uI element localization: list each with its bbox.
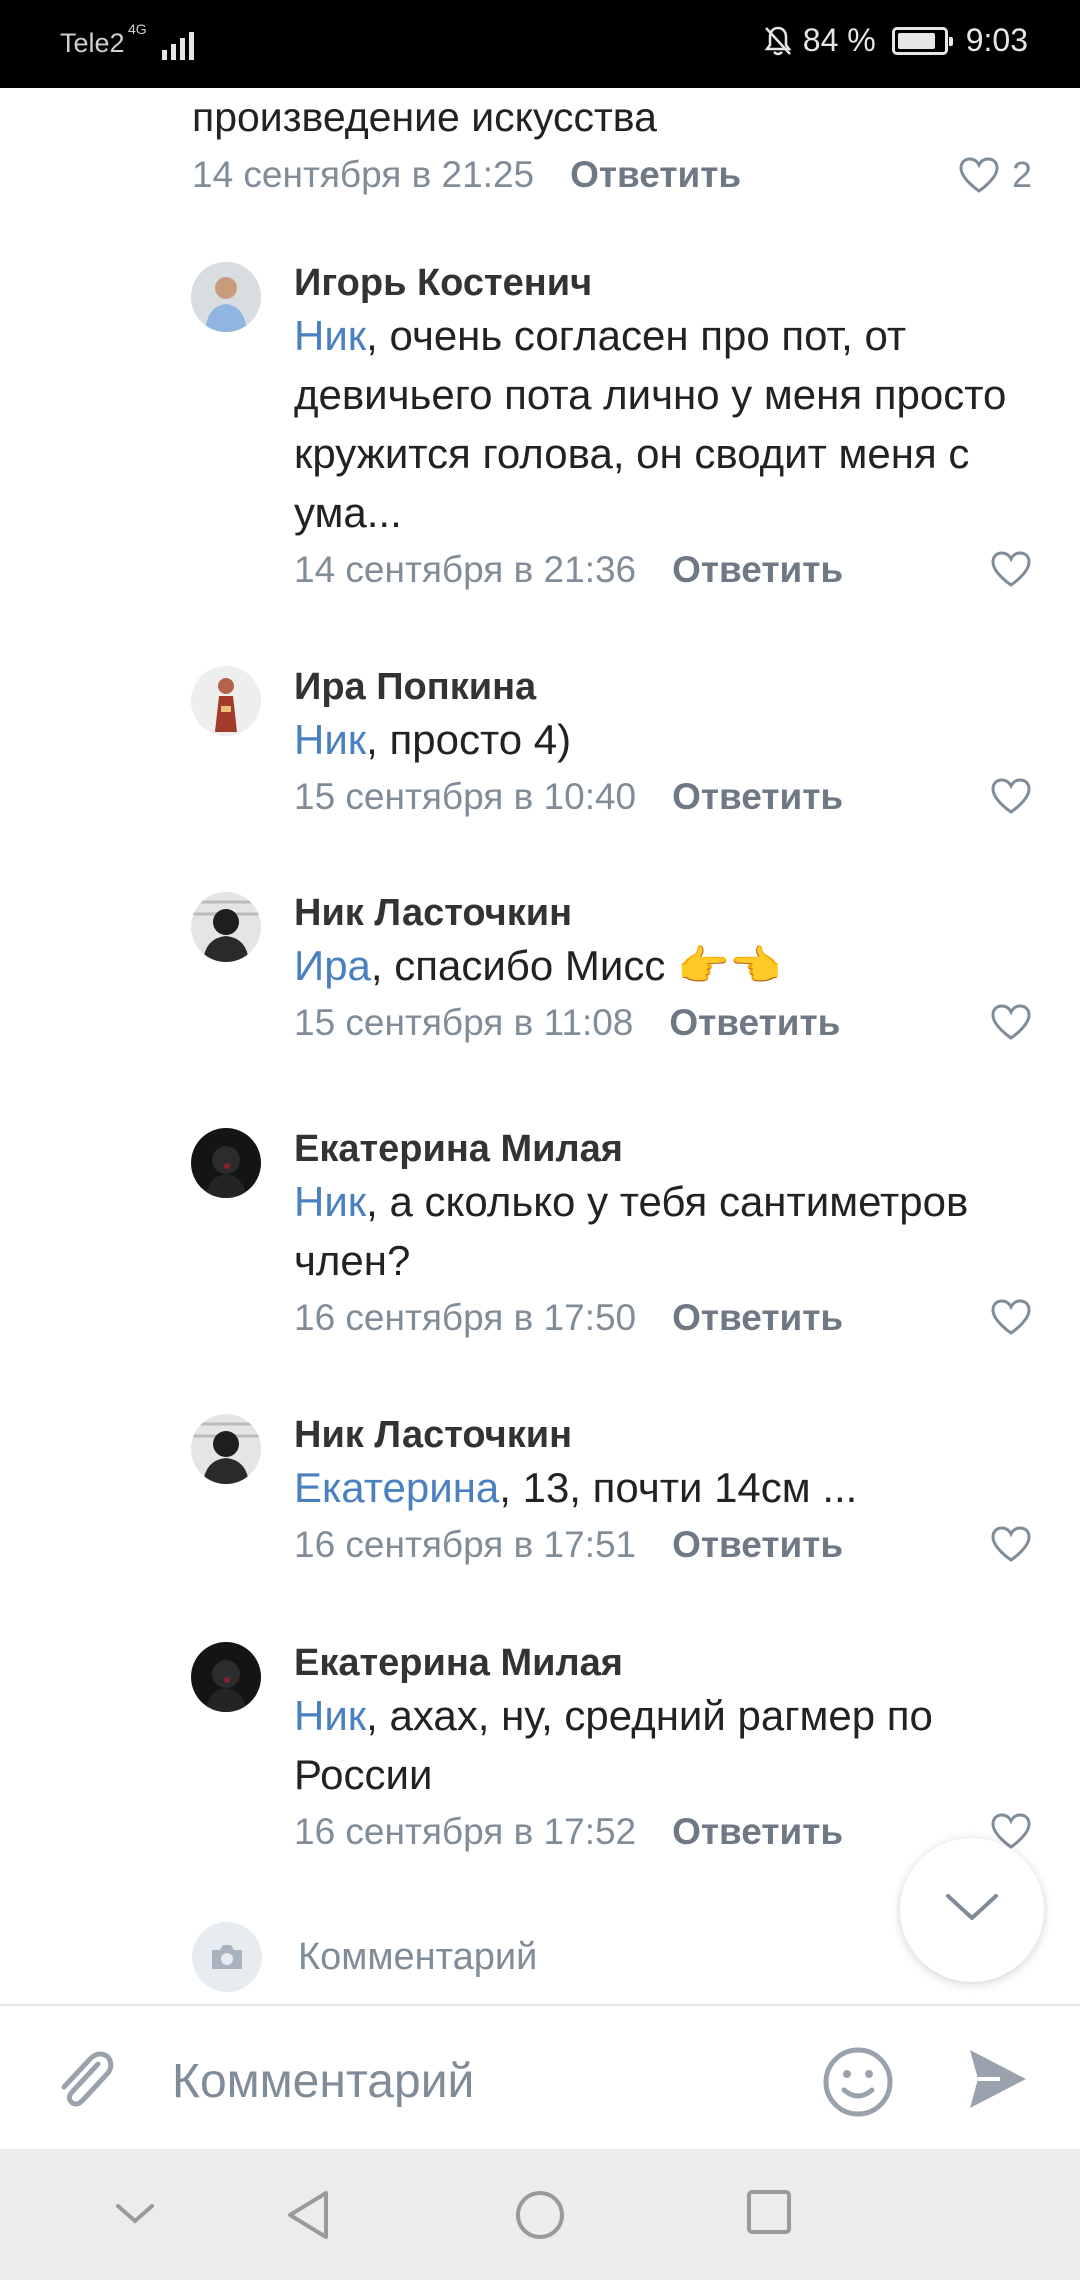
network-type: 4G xyxy=(128,21,147,37)
reply-button[interactable]: Ответить xyxy=(570,154,741,196)
comment-date: 16 сентября в 17:51 xyxy=(294,1524,637,1565)
clock: 9:03 xyxy=(965,22,1028,58)
status-bar: Tele2 4G 84 % 9:03 xyxy=(0,0,1080,88)
comment-meta: 16 сентября в 17:52 Ответить xyxy=(294,1804,1032,1860)
scroll-down-button[interactable] xyxy=(900,1838,1044,1982)
comment-author[interactable]: Ира Попкина xyxy=(294,664,1032,710)
avatar[interactable] xyxy=(191,1414,261,1484)
comment-body: Екатерина, 13, почти 14см ... xyxy=(294,1458,1034,1517)
comments-feed[interactable]: произведение искусства 14 сентября в 21:… xyxy=(0,88,1080,2004)
battery-icon xyxy=(891,26,953,55)
comment-body: Ира, спасибо Мисс 👉👈 xyxy=(294,936,1034,995)
comment-item: Ира Попкина Ник, просто 4) 15 сентября в… xyxy=(191,664,1034,825)
comment-date: 15 сентября в 11:08 xyxy=(294,1002,634,1043)
heart-icon[interactable] xyxy=(990,777,1032,815)
comment-text: , ахах, ну, средний рагмер по России xyxy=(294,1692,933,1798)
comment-text: , очень согласен про пот, от девичьего п… xyxy=(294,312,1007,536)
comment-input[interactable]: Комментарий xyxy=(172,2054,474,2109)
comment-meta: 16 сентября в 17:51 Ответить xyxy=(294,1517,1032,1573)
nav-back-icon[interactable] xyxy=(284,2189,334,2241)
comment-text: , просто 4) xyxy=(366,716,572,763)
comment-text: , спасибо Мисс 👉👈 xyxy=(370,942,782,989)
signal-icon: 4G xyxy=(128,21,194,60)
heart-icon[interactable] xyxy=(990,1003,1032,1041)
comment-meta: 14 сентября в 21:36 Ответить xyxy=(294,542,1032,598)
reply-composer-row[interactable]: Комментарий xyxy=(192,1922,537,1992)
mention-link[interactable]: Ник xyxy=(294,1178,366,1225)
mention-link[interactable]: Ник xyxy=(294,312,366,359)
reply-button[interactable]: Ответить xyxy=(672,1811,843,1853)
comment-text: произведение искусства xyxy=(192,94,657,140)
comment-item: Екатерина Милая Ник, а сколько у тебя са… xyxy=(191,1126,1034,1346)
chevron-down-icon xyxy=(946,1894,998,1920)
comment-placeholder: Комментарий xyxy=(298,1935,538,1978)
heart-icon xyxy=(959,157,999,193)
comment-text: , 13, почти 14см ... xyxy=(499,1464,858,1511)
like-count: 2 xyxy=(1011,154,1032,195)
paperclip-icon[interactable] xyxy=(52,2044,120,2116)
mention-link[interactable]: Ник xyxy=(294,716,366,763)
comment-date: 14 сентября в 21:36 xyxy=(294,549,637,590)
send-icon[interactable] xyxy=(966,2046,1030,2112)
comment-body: Ник, очень согласен про пот, от девичьег… xyxy=(294,306,1034,542)
comment-date: 16 сентября в 17:50 xyxy=(294,1297,637,1338)
comment-author[interactable]: Игорь Костенич xyxy=(294,260,1032,306)
camera-icon xyxy=(192,1922,262,1992)
comment-meta: 14 сентября в 21:25 Ответить 2 xyxy=(192,154,1032,196)
avatar[interactable] xyxy=(191,1128,261,1198)
system-nav-bar xyxy=(0,2149,1080,2280)
nav-home-icon[interactable] xyxy=(514,2189,566,2241)
heart-icon[interactable] xyxy=(990,1525,1032,1563)
like-button[interactable]: 2 xyxy=(958,154,1032,196)
comment-text: , а сколько у тебя сантиметров член? xyxy=(294,1178,969,1284)
avatar[interactable] xyxy=(191,262,261,332)
battery-percent: 84 % xyxy=(802,22,876,58)
mention-link[interactable]: Ира xyxy=(294,942,371,989)
comment-meta: 16 сентября в 17:50 Ответить xyxy=(294,1290,1032,1346)
mention-link[interactable]: Ник xyxy=(294,1692,366,1739)
reply-button[interactable]: Ответить xyxy=(669,1002,840,1044)
reply-button[interactable]: Ответить xyxy=(672,776,843,818)
comment-item: Екатерина Милая Ник, ахах, ну, средний р… xyxy=(191,1640,1034,1860)
heart-icon[interactable] xyxy=(990,550,1032,588)
comment-item: Игорь Костенич Ник, очень согласен про п… xyxy=(191,260,1034,598)
comment-author[interactable]: Ник Ласточкин xyxy=(294,1412,1032,1458)
reply-button[interactable]: Ответить xyxy=(672,1297,843,1339)
bell-off-icon xyxy=(764,26,792,55)
comment-author[interactable]: Ник Ласточкин xyxy=(294,890,1032,936)
avatar[interactable] xyxy=(191,666,261,736)
comment-item: Ник Ласточкин Екатерина, 13, почти 14см … xyxy=(191,1412,1034,1573)
emoji-icon[interactable] xyxy=(820,2044,896,2120)
avatar[interactable] xyxy=(191,892,261,962)
carrier-label: Tele2 xyxy=(60,28,125,58)
heart-icon[interactable] xyxy=(990,1298,1032,1336)
comment-body: Ник, ахах, ну, средний рагмер по России xyxy=(294,1686,1034,1804)
comment-author[interactable]: Екатерина Милая xyxy=(294,1640,1032,1686)
comment-meta: 15 сентября в 11:08 Ответить xyxy=(294,995,1032,1051)
comment-input-bar: Комментарий xyxy=(0,2004,1080,2149)
nav-hide-icon[interactable] xyxy=(114,2201,156,2227)
comment-body: Ник, а сколько у тебя сантиметров член? xyxy=(294,1172,1034,1290)
reply-button[interactable]: Ответить xyxy=(672,549,843,591)
mention-link[interactable]: Екатерина xyxy=(294,1464,499,1511)
comment-date: 15 сентября в 10:40 xyxy=(294,776,637,817)
nav-recents-icon[interactable] xyxy=(746,2189,792,2235)
comment-date: 14 сентября в 21:25 xyxy=(192,154,535,195)
comment-body: Ник, просто 4) xyxy=(294,710,1034,769)
comment-author[interactable]: Екатерина Милая xyxy=(294,1126,1032,1172)
avatar[interactable] xyxy=(191,1642,261,1712)
comment-meta: 15 сентября в 10:40 Ответить xyxy=(294,769,1032,825)
comment-item: Ник Ласточкин Ира, спасибо Мисс 👉👈 15 се… xyxy=(191,890,1034,1051)
comment-date: 16 сентября в 17:52 xyxy=(294,1811,637,1852)
reply-button[interactable]: Ответить xyxy=(672,1524,843,1566)
